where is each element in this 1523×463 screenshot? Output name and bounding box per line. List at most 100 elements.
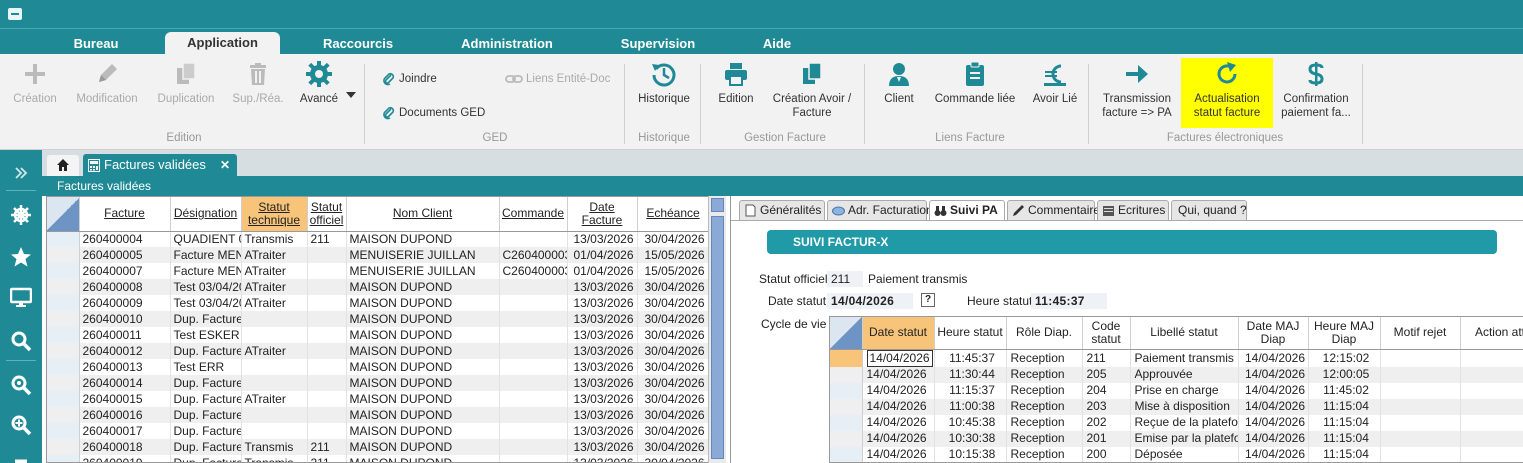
table-row[interactable]: 14/04/2026 10:30:38 Reception 201 Emise par … <box>830 430 1523 447</box>
tab-generalites[interactable]: Généralités <box>739 200 825 220</box>
cell-designation[interactable]: Test ESKER <box>170 327 242 343</box>
table-row[interactable]: 14/04/2026 11:45:37 Reception 211 Paiement t… <box>830 349 1523 367</box>
expand-chevrons-icon[interactable] <box>10 162 32 184</box>
cell-motif-rejet[interactable] <box>1380 414 1461 431</box>
cell-action-attendue[interactable] <box>1460 366 1523 383</box>
cell-echeance[interactable]: 30/04/2026 <box>637 359 710 375</box>
commande-liee-button[interactable]: Commande liée <box>930 60 1020 106</box>
cell-role[interactable]: Reception <box>1006 382 1083 399</box>
row-selector[interactable] <box>47 231 80 247</box>
row-selector[interactable] <box>47 391 80 407</box>
cell-echeance[interactable]: 15/05/2026 <box>637 263 710 279</box>
cell-heure[interactable]: 11:00:38 <box>934 398 1007 415</box>
row-selector[interactable] <box>47 311 80 327</box>
menu-tab-application[interactable]: Application <box>165 32 280 55</box>
cell-statut-technique[interactable]: ATraiter <box>241 343 308 359</box>
table-row[interactable]: 260400016Dup. Facture n MAISON DUPOND 13/0… <box>47 407 710 423</box>
cell-code[interactable]: 200 <box>1082 446 1131 462</box>
row-selector[interactable] <box>47 343 80 359</box>
cell-nom-client[interactable]: MAISON DUPOND <box>346 375 500 391</box>
cell-echeance[interactable]: 30/04/2026 <box>637 327 710 343</box>
cell-statut-technique[interactable]: ATraiter <box>241 279 308 295</box>
cell-libelle[interactable]: Prise en charge <box>1130 382 1239 399</box>
col-header-facture[interactable]: Facture <box>79 197 171 232</box>
cell-facture[interactable]: 260400017 <box>79 423 171 439</box>
cell-role[interactable]: Reception <box>1006 430 1083 447</box>
actualisation-statut-button[interactable]: Actualisation statut facture <box>1181 58 1273 128</box>
cell-code[interactable]: 201 <box>1082 430 1131 447</box>
modification-button[interactable]: Modification <box>72 60 142 106</box>
cell-libelle[interactable]: Approuvée <box>1130 366 1239 383</box>
grid-corner[interactable] <box>830 317 863 350</box>
cell-statut-officiel[interactable]: 211 <box>307 455 347 462</box>
cell-date-maj[interactable]: 14/04/2026 <box>1238 446 1309 462</box>
row-selector[interactable] <box>47 439 80 455</box>
cell-statut-officiel[interactable]: 211 <box>307 439 347 455</box>
cell-code[interactable]: 205 <box>1082 366 1131 383</box>
cell-statut-technique[interactable] <box>241 311 308 327</box>
cell-heure[interactable]: 10:15:38 <box>934 446 1007 462</box>
cell-date[interactable]: 14/04/2026 <box>862 414 935 431</box>
cell-date-facture[interactable]: 13/03/2026 <box>567 439 638 455</box>
cell-facture[interactable]: 260400004 <box>79 231 171 247</box>
cell-commande[interactable] <box>499 407 568 423</box>
col-header-commande[interactable]: Commande <box>499 197 568 232</box>
cell-designation[interactable]: Dup. Facture n <box>170 343 242 359</box>
table-row[interactable]: 14/04/2026 11:00:38 Reception 203 Mise à dis… <box>830 398 1523 415</box>
cell-designation[interactable]: Dup. Facture n <box>170 375 242 391</box>
cell-libelle[interactable]: Mise à disposition <box>1130 398 1239 415</box>
col-header-heure-maj-diap[interactable]: Heure MAJ Diap <box>1308 317 1381 350</box>
cell-statut-officiel[interactable] <box>307 359 347 375</box>
cell-code[interactable]: 204 <box>1082 382 1131 399</box>
cell-statut-technique[interactable] <box>241 327 308 343</box>
cell-facture[interactable]: 260400018 <box>79 439 171 455</box>
cell-date-facture[interactable]: 01/04/2026 <box>567 263 638 279</box>
table-row[interactable]: 260400019Dup. Facture nTransmis211MAISON… <box>47 455 710 462</box>
cell-facture[interactable]: 260400010 <box>79 311 171 327</box>
table-row[interactable]: 260400011 Test ESKER MAISON DUPOND 13/03/20… <box>47 327 710 343</box>
col-header-echeance[interactable]: Echéance <box>637 197 710 232</box>
cell-action-attendue[interactable] <box>1460 414 1523 431</box>
cell-designation[interactable]: Facture MENU <box>170 247 242 263</box>
cell-echeance[interactable]: 30/04/2026 <box>637 439 710 455</box>
cell-role[interactable]: Reception <box>1006 349 1083 367</box>
menu-tab-raccourcis[interactable]: Raccourcis <box>315 33 401 55</box>
cell-libelle[interactable]: Déposée <box>1130 446 1239 462</box>
tab-adr-facturation[interactable]: Adr. Facturation <box>827 200 933 220</box>
col-header-statut-officiel[interactable]: Statut officiel <box>307 197 347 232</box>
cell-motif-rejet[interactable] <box>1380 382 1461 399</box>
cell-libelle[interactable]: Emise par la plateform <box>1130 430 1239 447</box>
cell-statut-officiel[interactable] <box>307 279 347 295</box>
grid-scrollbar[interactable] <box>708 196 726 463</box>
cell-nom-client[interactable]: MAISON DUPOND <box>346 327 500 343</box>
cell-facture[interactable]: 260400014 <box>79 375 171 391</box>
scroll-thumb[interactable] <box>711 216 724 459</box>
cell-heure-maj[interactable]: 12:00:05 <box>1308 366 1381 383</box>
row-selector[interactable] <box>47 407 80 423</box>
table-row[interactable]: 260400014Dup. Facture n MAISON DUPOND 13/0… <box>47 375 710 391</box>
cell-date-facture[interactable]: 13/03/2026 <box>567 455 638 462</box>
cell-date-maj[interactable]: 14/04/2026 <box>1238 366 1309 383</box>
col-header-action-attendue[interactable]: Action attend <box>1460 317 1523 350</box>
table-row[interactable]: 260400004QUADIENT 02Transmis211MAISON DU… <box>47 231 710 247</box>
cell-date[interactable]: 14/04/2026 <box>862 398 935 415</box>
cell-facture[interactable]: 260400008 <box>79 279 171 295</box>
cell-echeance[interactable]: 30/04/2026 <box>637 391 710 407</box>
creation-button[interactable]: Création <box>8 60 62 106</box>
joindre-button[interactable]: Joindre <box>382 71 437 87</box>
cell-heure-maj[interactable]: 11:45:02 <box>1308 382 1381 399</box>
cell-echeance[interactable]: 30/04/2026 <box>637 231 710 247</box>
cell-motif-rejet[interactable] <box>1380 430 1461 447</box>
cell-role[interactable]: Reception <box>1006 414 1083 431</box>
cell-statut-officiel[interactable] <box>307 263 347 279</box>
document-icon[interactable] <box>10 452 32 463</box>
avance-button[interactable]: Avancé <box>296 60 342 106</box>
row-selector[interactable] <box>830 414 863 431</box>
tab-commentaire[interactable]: Commentaire <box>1007 200 1100 220</box>
table-row[interactable]: 260400005Facture MENUATraiter MENUISERIE … <box>47 247 710 263</box>
cell-statut-technique[interactable]: ATraiter <box>241 295 308 311</box>
cell-date[interactable]: 14/04/2026 <box>862 446 935 462</box>
col-header-date-maj-diap[interactable]: Date MAJ Diap <box>1238 317 1309 350</box>
col-header-date-statut[interactable]: Date statut <box>862 317 935 350</box>
row-selector[interactable] <box>830 349 863 367</box>
